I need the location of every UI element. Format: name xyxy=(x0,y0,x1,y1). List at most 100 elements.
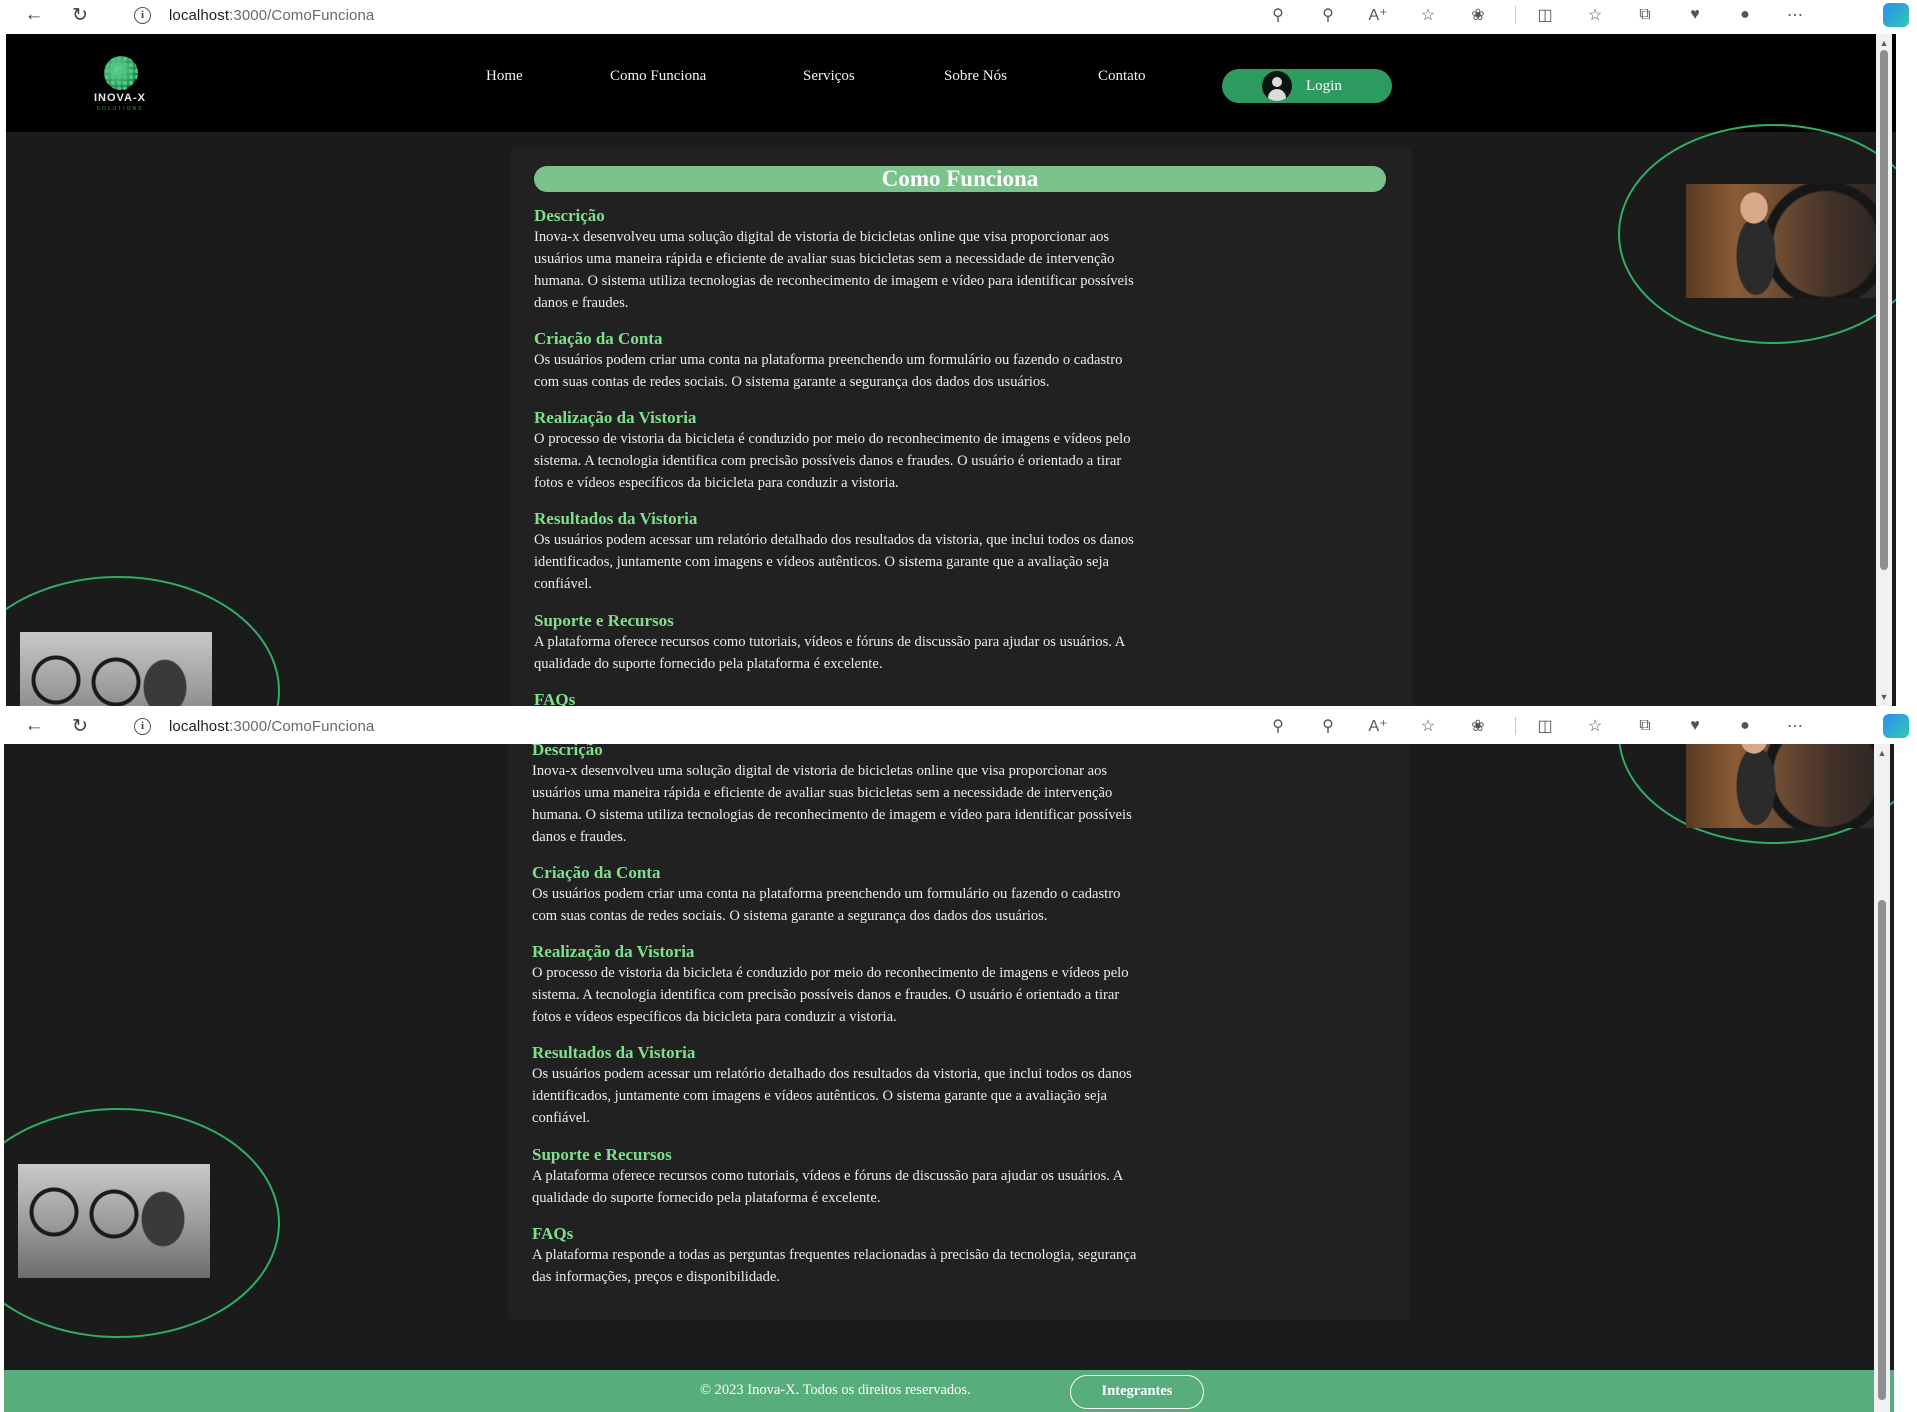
section-heading: Resultados da Vistoria xyxy=(534,509,698,528)
profile-icon[interactable]: ● xyxy=(1732,3,1758,27)
content-card: Descrição Inova-x desenvolveu uma soluçã… xyxy=(508,744,1410,1320)
section-heading: FAQs xyxy=(534,690,576,706)
copilot-icon[interactable] xyxy=(1883,3,1909,27)
logo-name: INOVA-X xyxy=(93,92,147,104)
back-arrow-icon[interactable]: ← xyxy=(20,714,48,738)
login-label: Login xyxy=(1306,77,1342,94)
integrantes-button[interactable]: Integrantes xyxy=(1070,1375,1204,1409)
page-viewport-bottom: Descrição Inova-x desenvolveu uma soluçã… xyxy=(4,744,1894,1412)
url-text: localhost:3000/ComoFunciona xyxy=(169,717,375,735)
section-descricao: Descrição Inova-x desenvolveu uma soluçã… xyxy=(534,206,1394,314)
site-footer: © 2023 Inova-X. Todos os direitos reserv… xyxy=(4,1370,1894,1412)
section-suporte-recursos: Suporte e Recursos A plataforma oferece … xyxy=(534,611,1394,675)
scroll-up-arrow-icon[interactable]: ▲ xyxy=(1879,38,1889,48)
section-text: Os usuários podem criar uma conta na pla… xyxy=(532,886,1121,924)
section-realizacao-vistoria: Realização da Vistoria O processo de vis… xyxy=(532,942,1392,1028)
browser-toolbar: ← ↻ i localhost:3000/ComoFunciona ⚲ ⚲ A⁺… xyxy=(0,0,1917,30)
page-viewport-top: INOVA-X SOLUTIONS Home Como Funciona Ser… xyxy=(6,34,1896,706)
copyright-text: © 2023 Inova-X. Todos os direitos reserv… xyxy=(700,1382,971,1398)
copilot-icon[interactable] xyxy=(1883,714,1909,738)
section-heading: Criação da Conta xyxy=(532,863,661,882)
site-header: INOVA-X SOLUTIONS Home Como Funciona Ser… xyxy=(6,34,1896,132)
address-bar[interactable]: i localhost:3000/ComoFunciona xyxy=(120,714,1370,738)
section-text: A plataforma oferece recursos como tutor… xyxy=(532,1168,1124,1206)
scroll-down-arrow-icon[interactable]: ▼ xyxy=(1879,692,1889,702)
nav-servicos[interactable]: Serviços xyxy=(803,68,855,85)
page-title: Como Funciona xyxy=(534,166,1386,192)
favorite-star-icon[interactable]: ☆ xyxy=(1415,714,1441,738)
read-aloud-icon[interactable]: A⁺ xyxy=(1365,3,1391,27)
section-heading: Resultados da Vistoria xyxy=(532,1043,696,1062)
section-heading: Suporte e Recursos xyxy=(534,611,674,630)
scrollbar-thumb[interactable] xyxy=(1878,900,1886,1400)
toolbar-divider xyxy=(1515,6,1516,24)
section-text: Os usuários podem acessar um relatório d… xyxy=(534,532,1134,592)
browser-toolbar-2: ← ↻ i localhost:3000/ComoFunciona ⚲ ⚲ A⁺… xyxy=(0,711,1917,741)
zoom-out-icon[interactable]: ⚲ xyxy=(1315,3,1341,27)
browser-essentials-icon[interactable]: ♥ xyxy=(1682,3,1708,27)
read-aloud-icon[interactable]: A⁺ xyxy=(1365,714,1391,738)
nav-como-funciona[interactable]: Como Funciona xyxy=(610,68,706,85)
section-text: Inova-x desenvolveu uma solução digital … xyxy=(532,763,1132,845)
bikes-photo xyxy=(18,1164,210,1278)
scrollbar-thumb[interactable] xyxy=(1880,50,1888,570)
favorites-list-icon[interactable]: ☆ xyxy=(1582,714,1608,738)
reload-icon[interactable]: ↻ xyxy=(66,714,94,738)
more-menu-icon[interactable]: ⋯ xyxy=(1782,3,1808,27)
logo-globe-icon xyxy=(104,56,138,90)
scroll-up-arrow-icon[interactable]: ▲ xyxy=(1877,748,1887,758)
profile-icon[interactable]: ● xyxy=(1732,714,1758,738)
section-faqs: FAQs xyxy=(534,690,575,706)
collections-icon[interactable]: ⧉ xyxy=(1632,714,1658,738)
favorite-star-icon[interactable]: ☆ xyxy=(1415,3,1441,27)
key-icon[interactable]: ⚲ xyxy=(1265,3,1291,27)
nav-contato[interactable]: Contato xyxy=(1098,68,1146,85)
section-resultados-vistoria: Resultados da Vistoria Os usuários podem… xyxy=(534,509,1394,595)
bikes-photo xyxy=(20,632,212,706)
extensions-icon[interactable]: ❀ xyxy=(1465,3,1491,27)
favorites-list-icon[interactable]: ☆ xyxy=(1582,3,1608,27)
split-screen-icon[interactable]: ◫ xyxy=(1532,3,1558,27)
extensions-icon[interactable]: ❀ xyxy=(1465,714,1491,738)
section-text: Os usuários podem acessar um relatório d… xyxy=(532,1066,1132,1126)
more-menu-icon[interactable]: ⋯ xyxy=(1782,714,1808,738)
toolbar-divider xyxy=(1515,717,1516,735)
section-text: Os usuários podem criar uma conta na pla… xyxy=(534,352,1123,390)
section-faqs: FAQs A plataforma responde a todas as pe… xyxy=(532,1224,1392,1288)
section-text: O processo de vistoria da bicicleta é co… xyxy=(532,965,1129,1025)
url-text: localhost:3000/ComoFunciona xyxy=(169,6,375,24)
section-text: Inova-x desenvolveu uma solução digital … xyxy=(534,229,1134,311)
section-criacao-conta: Criação da Conta Os usuários podem criar… xyxy=(534,329,1394,393)
zoom-out-icon[interactable]: ⚲ xyxy=(1315,714,1341,738)
page-scrollbar[interactable]: ▲ ▼ xyxy=(1876,34,1892,706)
content-card: Como Funciona Descrição Inova-x desenvol… xyxy=(510,148,1412,706)
section-heading: Descrição xyxy=(534,206,605,225)
mechanic-photo xyxy=(1686,184,1884,298)
login-button[interactable]: Login xyxy=(1222,69,1392,103)
back-arrow-icon[interactable]: ← xyxy=(20,3,48,27)
key-icon[interactable]: ⚲ xyxy=(1265,714,1291,738)
section-heading: FAQs xyxy=(532,1224,574,1243)
section-descricao: Descrição Inova-x desenvolveu uma soluçã… xyxy=(532,744,1392,848)
browser-essentials-icon[interactable]: ♥ xyxy=(1682,714,1708,738)
section-text: O processo de vistoria da bicicleta é co… xyxy=(534,431,1131,491)
logo-subtitle: SOLUTIONS xyxy=(96,106,144,112)
inova-x-logo[interactable]: INOVA-X SOLUTIONS xyxy=(88,56,152,118)
address-bar[interactable]: i localhost:3000/ComoFunciona xyxy=(120,3,1370,27)
collections-icon[interactable]: ⧉ xyxy=(1632,3,1658,27)
reload-icon[interactable]: ↻ xyxy=(66,3,94,27)
section-text: A plataforma responde a todas as pergunt… xyxy=(532,1247,1137,1285)
nav-home[interactable]: Home xyxy=(486,68,523,85)
section-text: A plataforma oferece recursos como tutor… xyxy=(534,634,1126,672)
section-heading: Criação da Conta xyxy=(534,329,663,348)
section-heading: Suporte e Recursos xyxy=(532,1145,672,1164)
page-scrollbar[interactable]: ▲ xyxy=(1874,744,1890,1412)
section-criacao-conta: Criação da Conta Os usuários podem criar… xyxy=(532,863,1392,927)
section-heading: Realização da Vistoria xyxy=(534,408,697,427)
section-realizacao-vistoria: Realização da Vistoria O processo de vis… xyxy=(534,408,1394,494)
split-screen-icon[interactable]: ◫ xyxy=(1532,714,1558,738)
site-info-icon[interactable]: i xyxy=(134,6,151,24)
section-resultados-vistoria: Resultados da Vistoria Os usuários podem… xyxy=(532,1043,1392,1129)
site-info-icon[interactable]: i xyxy=(134,717,151,735)
nav-sobre-nos[interactable]: Sobre Nós xyxy=(944,68,1007,85)
